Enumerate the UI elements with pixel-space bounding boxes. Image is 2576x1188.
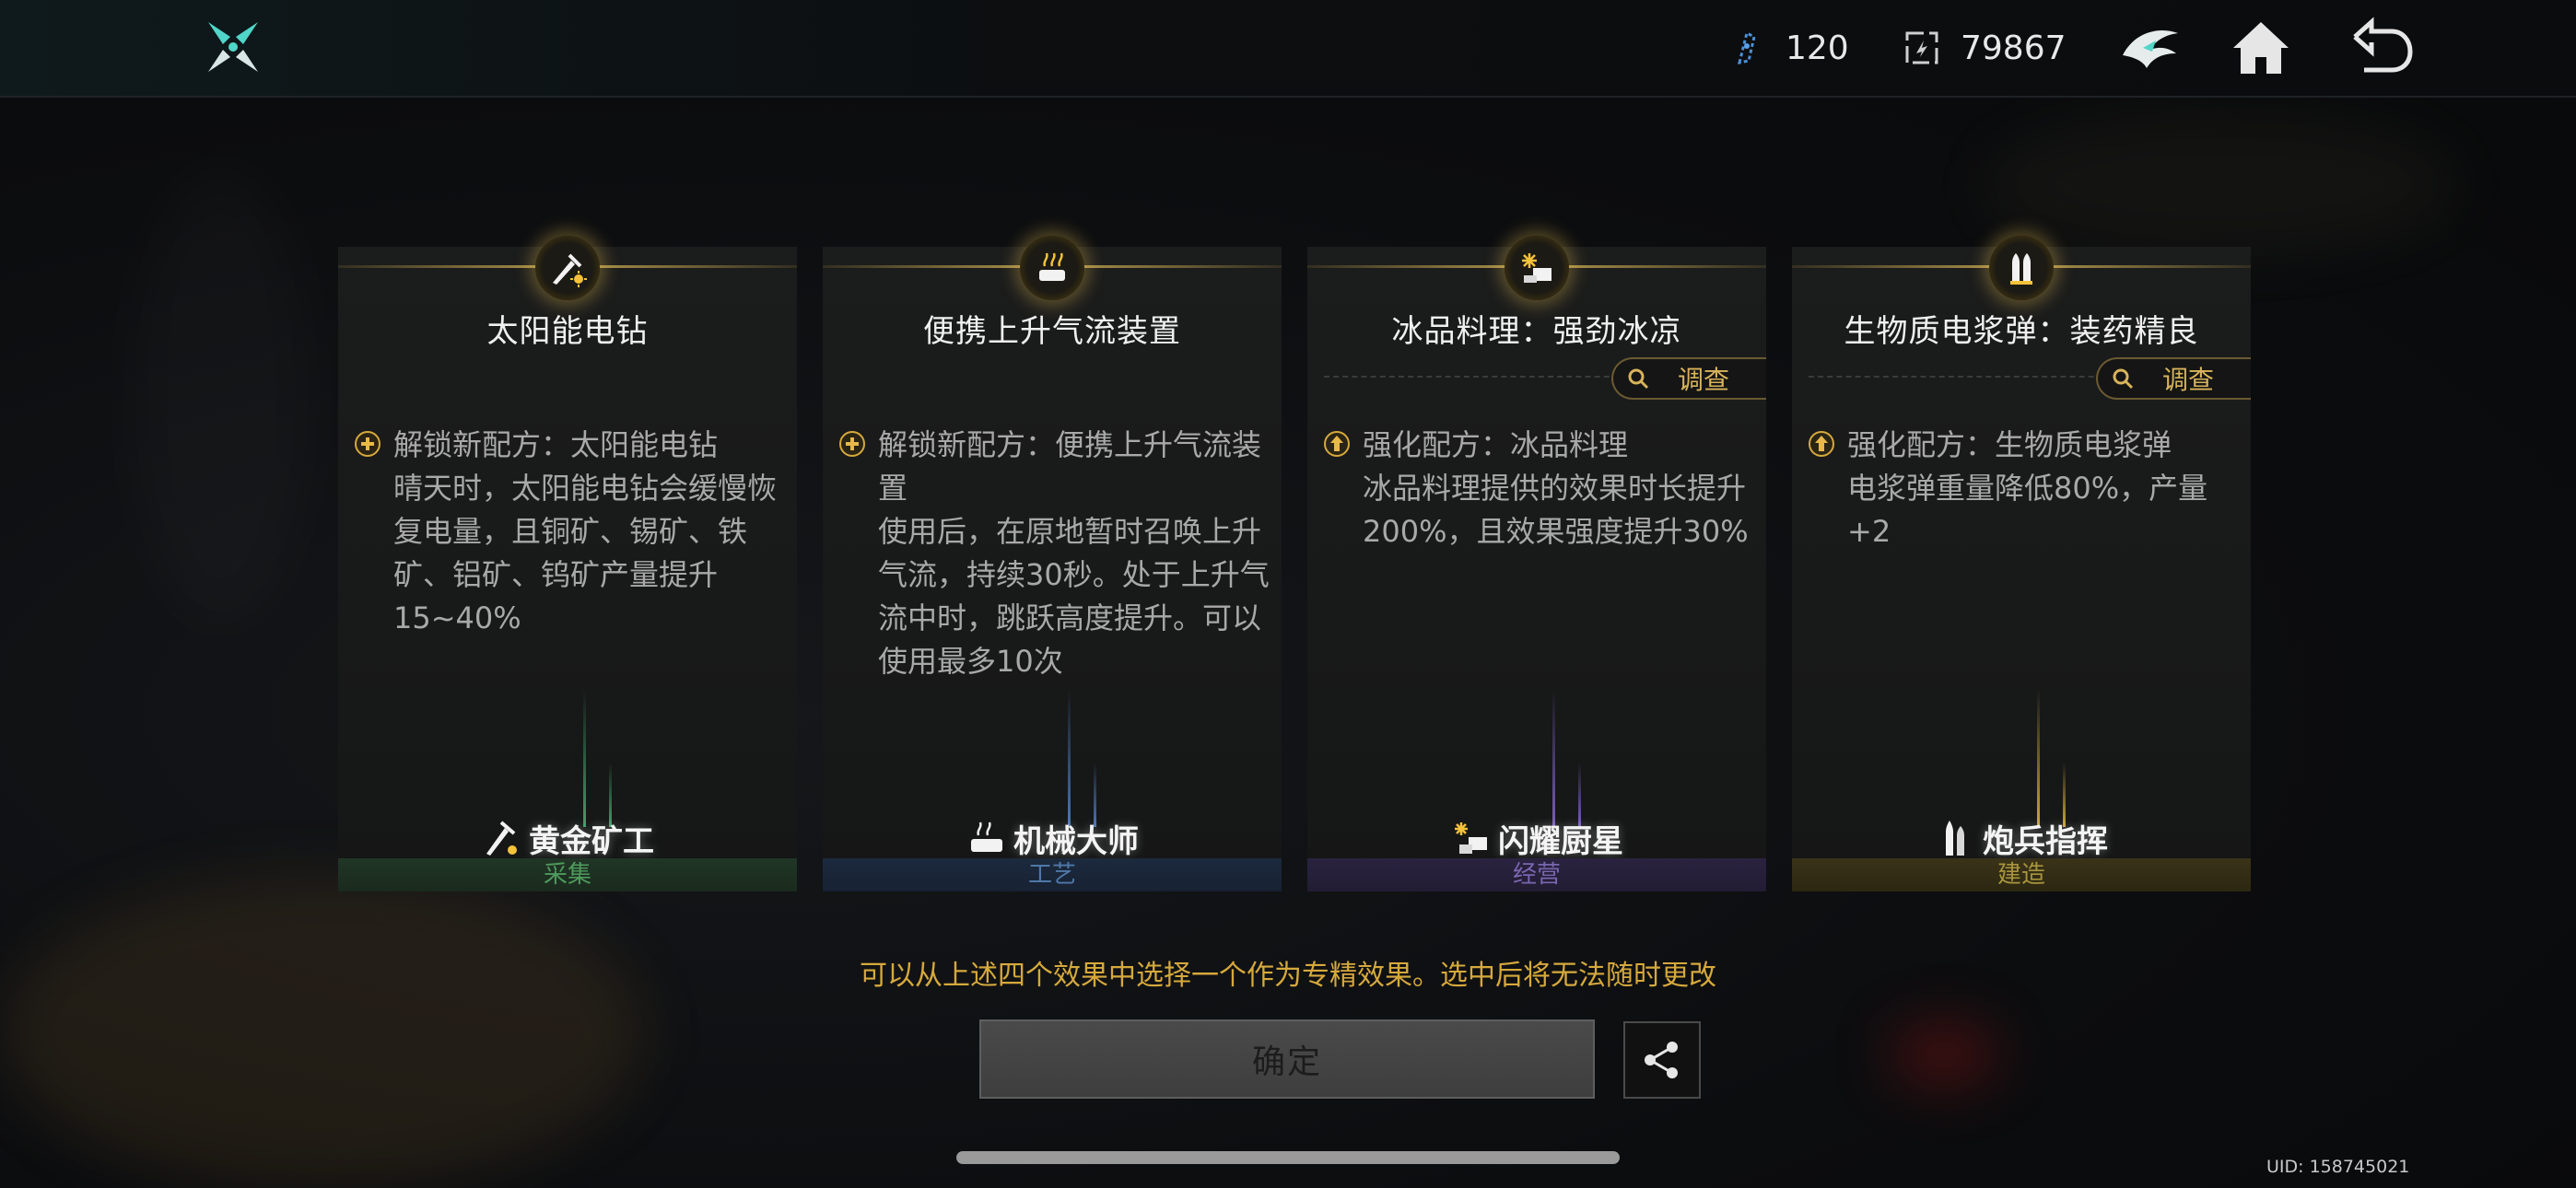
game-logo-icon[interactable]: [203, 17, 263, 77]
investigate-button[interactable]: 调查: [2096, 357, 2251, 400]
upgrade-arrow-icon: [1807, 429, 1836, 459]
unlock-plus-icon: [837, 429, 867, 459]
effect-description: 强化配方：生物质电浆弹 电浆弹重量降低80%，产量+2: [1807, 424, 2240, 553]
search-icon: [1626, 367, 1650, 390]
updraft-device-icon: [1020, 236, 1084, 300]
crystal-shard-icon: [1727, 28, 1767, 68]
golden-miner-icon: [481, 817, 523, 859]
effect-head: 强化配方：生物质电浆弹: [1847, 427, 2172, 462]
profession-name: 黄金矿工: [529, 822, 654, 860]
artillery-commander-icon: [1935, 817, 1977, 859]
upgrade-arrow-icon: [1322, 429, 1352, 459]
card-title: 便携上升气流装置: [923, 313, 1181, 350]
category-tag: 工艺: [823, 858, 1282, 891]
card-title: 生物质电浆弹：装药精良: [1844, 313, 2199, 350]
home-indicator[interactable]: [956, 1151, 1620, 1164]
category-tag: 经营: [1307, 858, 1766, 891]
home-icon[interactable]: [2226, 13, 2296, 83]
option-card-1[interactable]: 太阳能电钻 解锁新配方：太阳能电钻 晴天时，太阳能电钻会缓慢恢复电量，且铜矿、锡…: [338, 236, 797, 891]
search-icon: [2111, 367, 2135, 390]
profession-name: 炮兵指挥: [1983, 822, 2108, 860]
ice-dish-icon: [1505, 236, 1569, 300]
crystal-count: 120: [1786, 29, 1849, 67]
category-tag: 建造: [1792, 858, 2251, 891]
effect-head: 解锁新配方：太阳能电钻: [393, 427, 719, 462]
share-icon: [1639, 1037, 1685, 1083]
effect-description: 解锁新配方：便携上升气流装置 使用后，在原地暂时召唤上升气流，持续30秒。处于上…: [837, 424, 1270, 683]
investigate-label: 调查: [2162, 365, 2215, 395]
unlock-plus-icon: [353, 429, 382, 459]
plasma-shell-icon: [1989, 236, 2054, 300]
token-count: 79867: [1961, 29, 2067, 67]
effect-description: 解锁新配方：太阳能电钻 晴天时，太阳能电钻会缓慢恢复电量，且铜矿、锡矿、铁矿、铝…: [353, 424, 786, 640]
back-arrow-icon[interactable]: [2346, 13, 2416, 83]
shining-chef-icon: [1450, 817, 1493, 859]
effect-head: 强化配方：冰品料理: [1363, 427, 1629, 462]
chip-token-icon: [1902, 28, 1942, 68]
effect-body: 电浆弹重量降低80%，产量+2: [1847, 471, 2208, 549]
option-card-3[interactable]: 冰品料理：强劲冰凉 调查 强化配方：冰品料理 冰品料理提供的效果时长提升200%…: [1307, 236, 1766, 891]
effect-head: 解锁新配方：便携上升气流装置: [878, 427, 1262, 506]
token-currency: 79867: [1902, 22, 2067, 74]
faction-emblem-icon[interactable]: [2115, 13, 2185, 83]
card-title: 太阳能电钻: [486, 313, 649, 350]
solar-drill-icon: [535, 236, 600, 300]
effect-body: 冰品料理提供的效果时长提升200%，且效果强度提升30%: [1363, 471, 1749, 549]
selection-notice: 可以从上述四个效果中选择一个作为专精效果。选中后将无法随时更改: [860, 960, 1716, 992]
crystal-currency: 120: [1727, 22, 1849, 74]
profession-name: 机械大师: [1013, 822, 1139, 860]
effect-body: 使用后，在原地暂时召唤上升气流，持续30秒。处于上升气流中时，跳跃高度提升。可以…: [878, 514, 1270, 679]
option-card-4[interactable]: 生物质电浆弹：装药精良 调查 强化配方：生物质电浆弹 电浆弹重量降低80%，产量…: [1792, 236, 2251, 891]
effect-description: 强化配方：冰品料理 冰品料理提供的效果时长提升200%，且效果强度提升30%: [1322, 424, 1755, 553]
effect-body: 晴天时，太阳能电钻会缓慢恢复电量，且铜矿、锡矿、铁矿、铝矿、钨矿产量提升15~4…: [393, 471, 778, 635]
profession-name: 闪耀厨星: [1498, 822, 1623, 860]
investigate-button[interactable]: 调查: [1611, 357, 1766, 400]
share-button[interactable]: [1623, 1021, 1701, 1099]
mechanic-master-icon: [966, 817, 1008, 859]
confirm-button[interactable]: 确定: [979, 1019, 1595, 1099]
investigate-label: 调查: [1678, 365, 1730, 395]
user-id: UID: 158745021: [2266, 1157, 2410, 1177]
card-title: 冰品料理：强劲冰凉: [1391, 313, 1682, 350]
option-card-2[interactable]: 便携上升气流装置 解锁新配方：便携上升气流装置 使用后，在原地暂时召唤上升气流，…: [823, 236, 1282, 891]
category-tag: 采集: [338, 858, 797, 891]
top-bar: 120 79867: [0, 0, 2576, 98]
